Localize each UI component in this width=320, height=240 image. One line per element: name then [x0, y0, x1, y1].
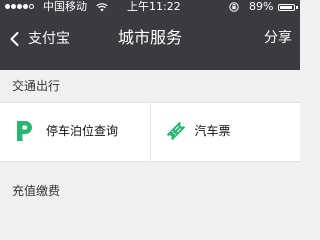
wifi-icon	[96, 3, 108, 12]
battery-fill	[280, 6, 292, 9]
top-bar: 中国移动 上午11:22 89% 支付宝 城市服务 分享	[0, 0, 300, 70]
service-grid-transport: 停车泊位查询 汽车票	[0, 102, 300, 162]
battery-icon	[278, 4, 295, 11]
signal-bar	[11, 4, 16, 9]
clock: 上午11:22	[127, 0, 181, 13]
service-tile-parking[interactable]: 停车泊位查询	[0, 103, 150, 161]
signal-bar	[5, 4, 10, 9]
battery-percent: 89%	[249, 0, 274, 13]
parking-icon	[17, 121, 32, 141]
service-tile-bus-ticket[interactable]: 汽车票	[149, 103, 301, 161]
signal-bar-empty	[29, 4, 34, 9]
service-label: 停车泊位查询	[46, 124, 119, 138]
section-header-recharge: 充值缴费	[0, 175, 300, 200]
status-bar: 中国移动 上午11:22 89%	[0, 0, 300, 20]
service-label: 汽车票	[194, 124, 231, 138]
signal-bar	[23, 4, 28, 9]
section-title: 交通出行	[12, 79, 61, 93]
section-header-transport: 交通出行	[0, 70, 300, 102]
orientation-lock-icon	[229, 2, 239, 12]
signal-icon	[5, 4, 35, 9]
ticket-icon	[166, 121, 185, 141]
section-title: 充值缴费	[12, 184, 61, 198]
battery-cap	[296, 6, 298, 9]
phone-screen: 中国移动 上午11:22 89% 支付宝 城市服务 分享 交通出行 停车泊位查询…	[0, 0, 300, 200]
page-title: 城市服务	[117, 28, 182, 47]
navigation-bar: 支付宝 城市服务 分享	[0, 20, 300, 60]
carrier-name: 中国移动	[43, 0, 87, 13]
share-button[interactable]: 分享	[264, 26, 292, 50]
signal-bar	[17, 4, 22, 9]
